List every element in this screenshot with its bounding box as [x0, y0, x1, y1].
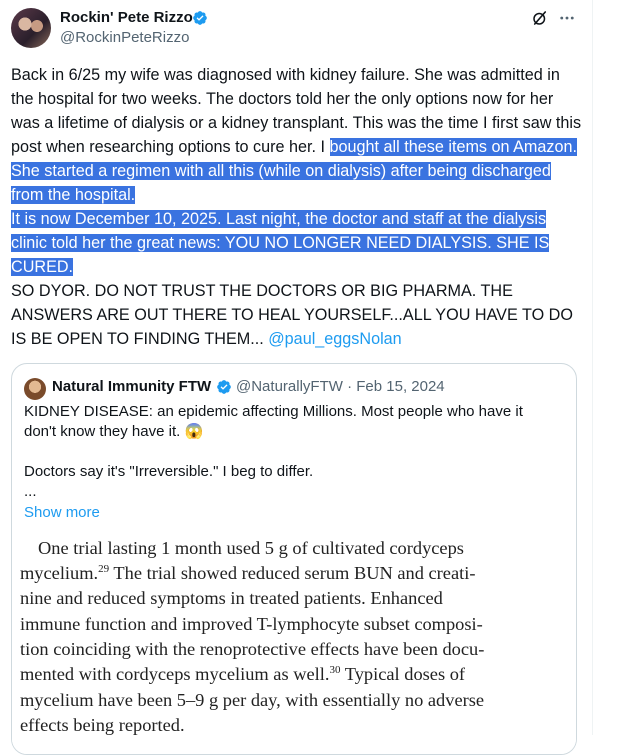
quote-attached-image[interactable]: One trial lasting 1 month used 5 g of cu… — [12, 534, 576, 754]
quote-author-handle[interactable]: @NaturallyFTW — [236, 378, 343, 395]
quote-date[interactable]: Feb 15, 2024 — [356, 378, 444, 395]
more-options-icon[interactable] — [558, 9, 576, 27]
quote-line: KIDNEY DISEASE: an epidemic affecting Mi… — [24, 403, 523, 440]
quote-meta: @NaturallyFTW · Feb 15, 2024 — [236, 378, 445, 396]
image-text-line: mycelium.29 The trial showed reduced ser… — [20, 561, 475, 586]
verified-badge-icon — [217, 380, 231, 394]
image-superscript: 29 — [98, 562, 110, 575]
mention-link[interactable]: @paul_eggsNolan — [268, 330, 401, 348]
image-text-line: immune function and improved T-lymphocyt… — [20, 614, 483, 634]
image-text-line: tion coinciding with the renoprotective … — [20, 639, 485, 659]
show-more-link[interactable]: Show more — [24, 503, 100, 523]
image-text-segment: The trial showed reduced serum BUN and c… — [109, 563, 476, 583]
image-text-segment: Typical doses of — [340, 664, 466, 684]
grok-icon[interactable] — [531, 9, 549, 27]
quote-spacer — [24, 442, 559, 462]
image-superscript: 30 — [329, 663, 341, 676]
tweet-body: Back in 6/25 my wife was diagnosed with … — [11, 63, 586, 351]
quote-tweet-card[interactable]: Natural Immunity FTW @NaturallyFTW · Feb… — [11, 363, 577, 755]
author-handle[interactable]: @RockinPeteRizzo — [60, 29, 189, 47]
quote-line: Doctors say it's "Irreversible." I beg t… — [24, 463, 314, 480]
verified-badge-icon — [193, 11, 207, 25]
image-text-line: One trial lasting 1 month used 5 g of cu… — [38, 538, 464, 558]
tweet-paragraph: It is now December 10, 2025. Last night,… — [11, 207, 586, 279]
timeline-divider — [592, 0, 593, 735]
image-text-line: nine and reduced symptoms in treated pat… — [20, 588, 443, 608]
meta-separator: · — [347, 378, 353, 395]
author-avatar[interactable] — [11, 8, 51, 48]
quote-body: KIDNEY DISEASE: an epidemic affecting Mi… — [24, 402, 559, 502]
author-display-name[interactable]: Rockin' Pete Rizzo — [60, 9, 193, 27]
image-text-line: mycelium have been 5–9 g per day, with e… — [20, 690, 485, 710]
quote-author-name[interactable]: Natural Immunity FTW — [52, 378, 211, 396]
tweet-paragraph: Back in 6/25 my wife was diagnosed with … — [11, 63, 586, 207]
quote-ellipsis: ... — [24, 483, 37, 500]
highlighted-text: It is now December 10, 2025. Last night,… — [11, 210, 550, 276]
image-text-segment: mented with cordyceps mycelium as well. — [20, 664, 330, 684]
image-text-line: mented with cordyceps mycelium as well.3… — [20, 662, 465, 687]
quote-author-avatar[interactable] — [24, 378, 46, 400]
tweet-paragraph: SO DYOR. DO NOT TRUST THE DOCTORS OR BIG… — [11, 279, 586, 351]
image-text-segment: mycelium. — [20, 563, 99, 583]
